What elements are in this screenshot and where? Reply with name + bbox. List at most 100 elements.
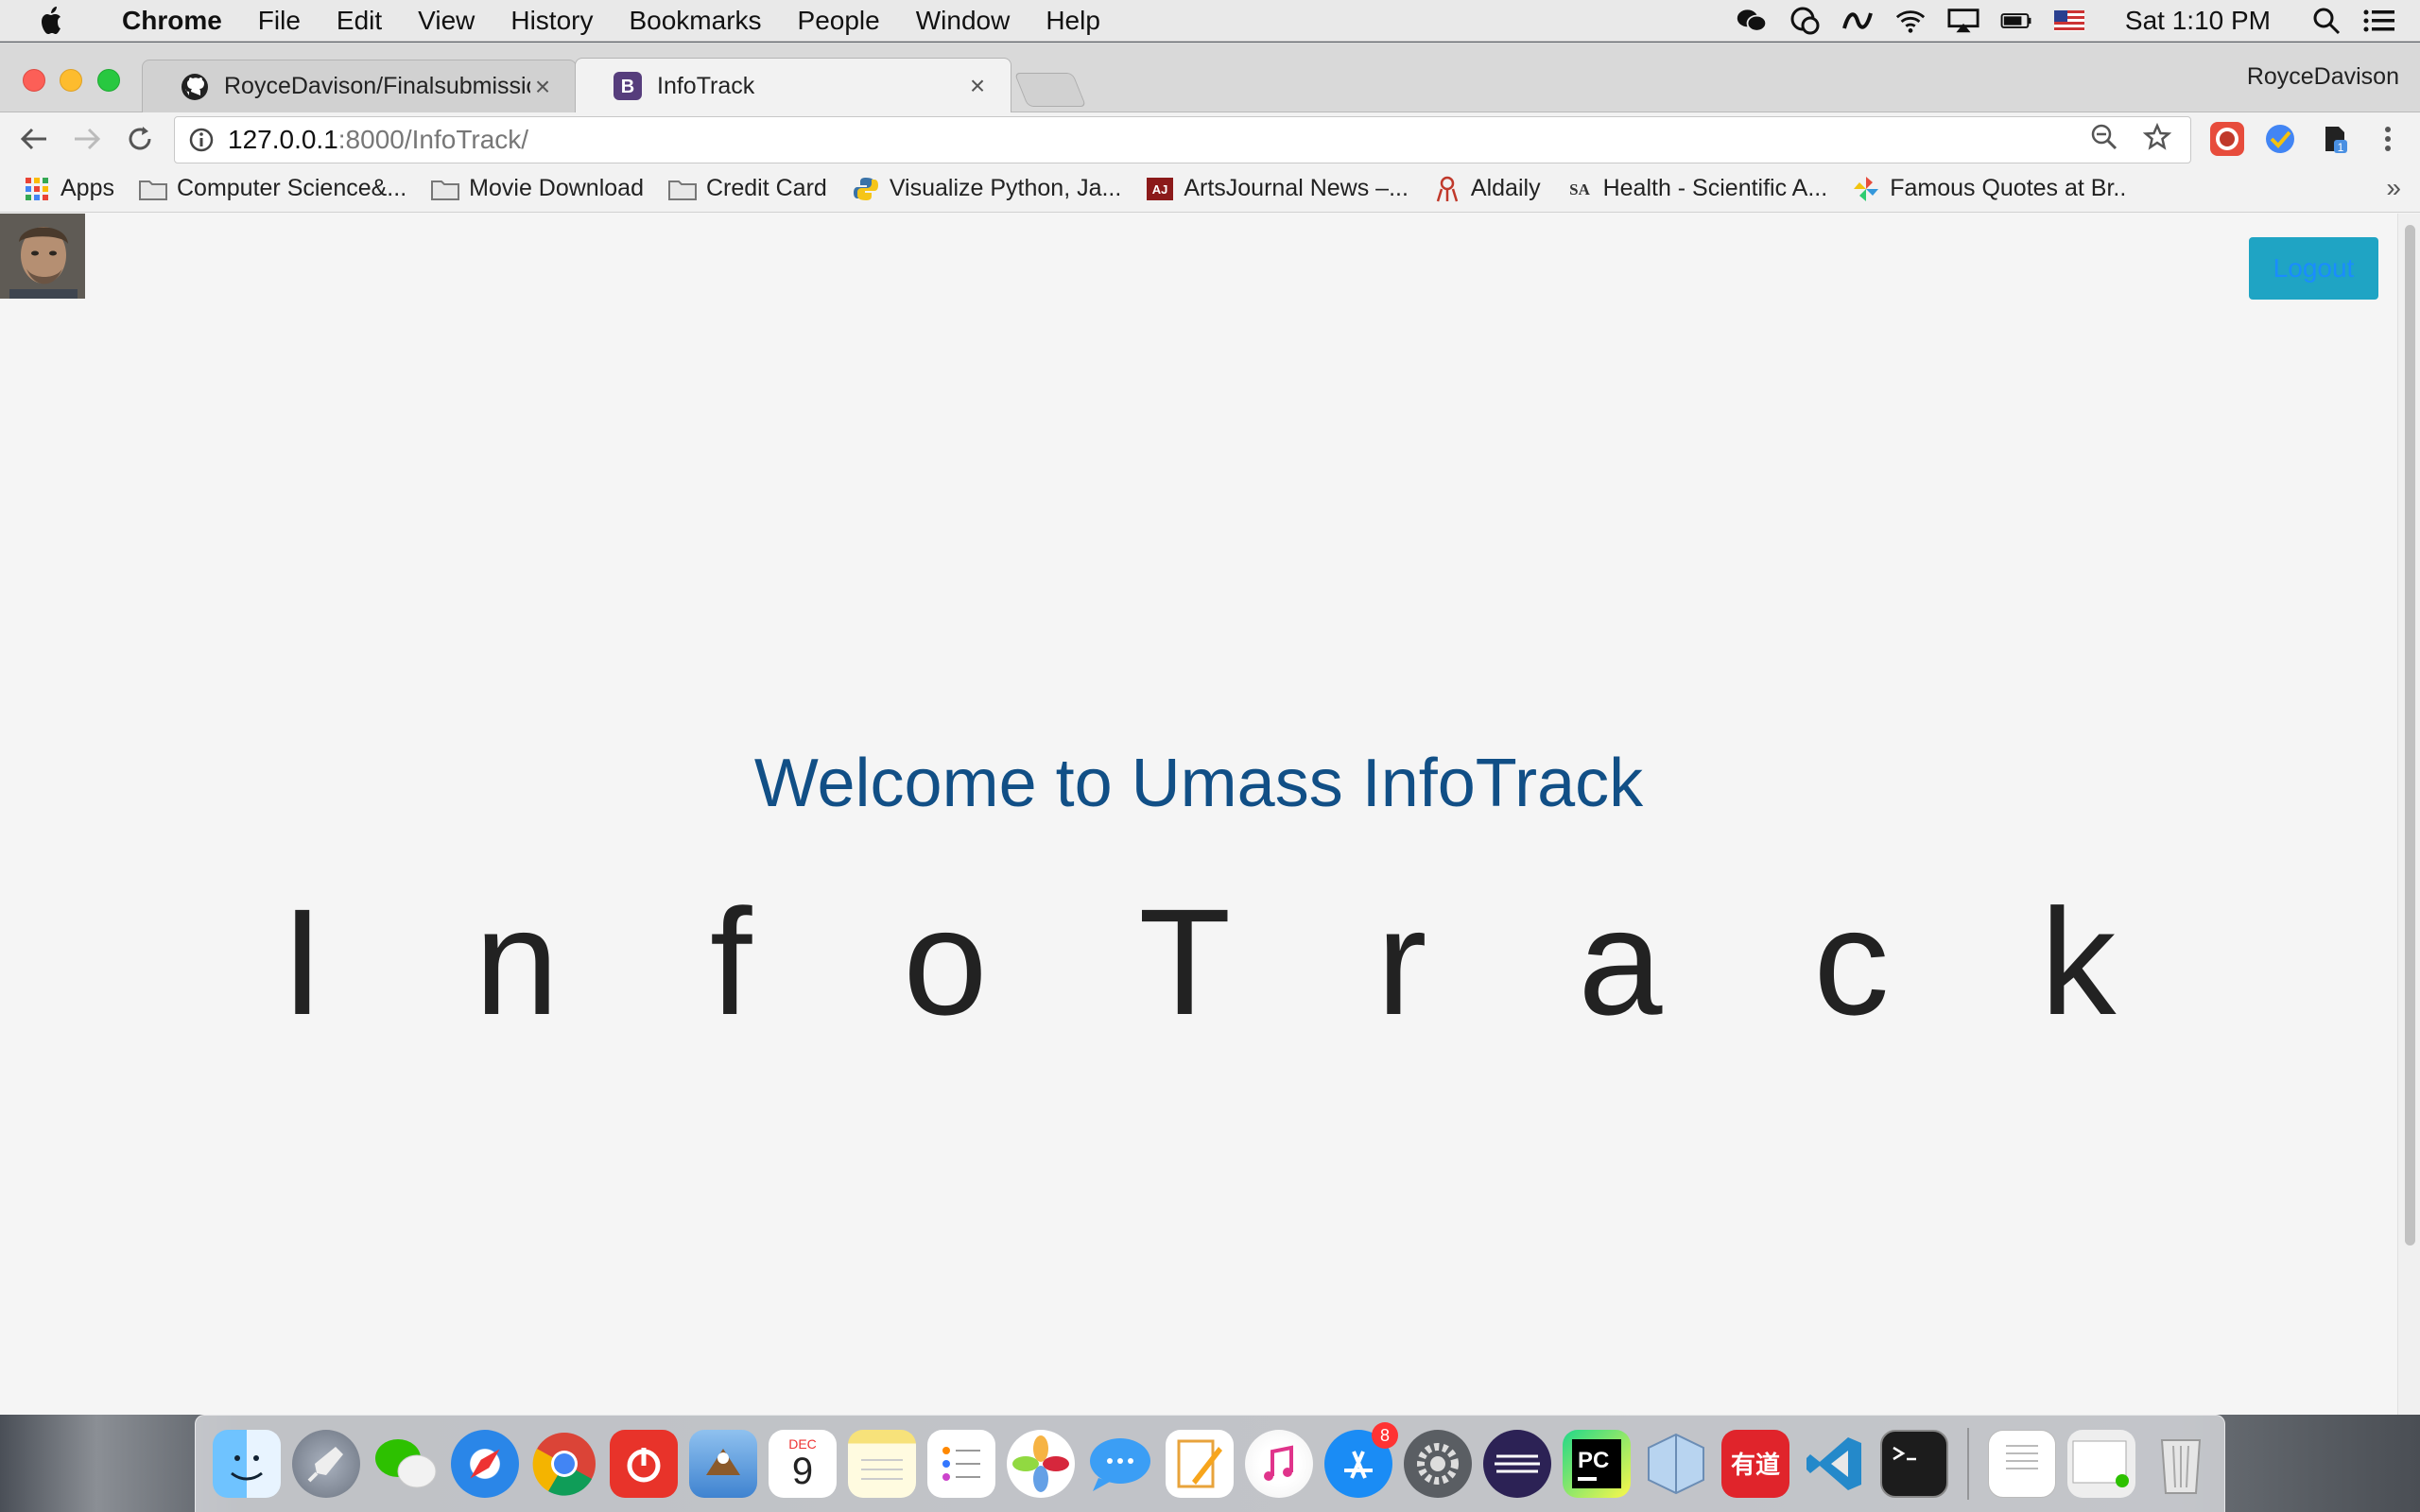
bookmark-scientific-american[interactable]: SA Health - Scientific A... xyxy=(1565,175,1827,202)
window-zoom-button[interactable] xyxy=(97,69,120,92)
bookmark-label: ArtsJournal News –... xyxy=(1184,175,1409,201)
forward-arrow-icon[interactable] xyxy=(68,120,106,158)
bookmark-star-icon[interactable] xyxy=(2142,122,2172,158)
menu-edit[interactable]: Edit xyxy=(319,0,400,42)
menu-view[interactable]: View xyxy=(400,0,493,42)
menu-bookmarks[interactable]: Bookmarks xyxy=(611,0,779,42)
site-info-icon[interactable] xyxy=(175,127,228,153)
bookmark-aldaily[interactable]: Aldaily xyxy=(1433,175,1541,202)
finder-icon[interactable] xyxy=(213,1430,281,1498)
bookmark-folder-credit-card[interactable]: Credit Card xyxy=(667,175,827,202)
menu-help[interactable]: Help xyxy=(1028,0,1118,42)
menu-file[interactable]: File xyxy=(240,0,319,42)
page-viewport: Logout Welcome to Umass InfoTrack InfoTr… xyxy=(0,214,2397,1415)
chrome-dock-icon[interactable] xyxy=(530,1430,598,1498)
creative-cloud-icon[interactable] xyxy=(1841,7,1874,35)
bookmark-apps[interactable]: Apps xyxy=(23,175,114,202)
menu-window[interactable]: Window xyxy=(898,0,1028,42)
chrome-menu-icon[interactable] xyxy=(2371,122,2405,156)
app-store-badge: 8 xyxy=(1372,1422,1398,1449)
us-flag-icon[interactable] xyxy=(2053,7,2085,35)
back-arrow-icon[interactable] xyxy=(15,120,53,158)
bookmark-label: Aldaily xyxy=(1470,175,1541,201)
notification-center-icon[interactable] xyxy=(2363,7,2395,35)
pages-icon[interactable] xyxy=(1166,1430,1234,1498)
scrollbar-thumb[interactable] xyxy=(2405,225,2415,1246)
svg-text:B: B xyxy=(621,77,634,97)
mail-icon[interactable] xyxy=(689,1430,757,1498)
address-bar[interactable]: 127.0.0.1:8000/InfoTrack/ xyxy=(174,116,2191,163)
reload-icon[interactable] xyxy=(121,120,159,158)
airplay-icon[interactable] xyxy=(1947,7,1979,35)
bookmark-folder-computer-science[interactable]: Computer Science&... xyxy=(138,175,406,202)
bookmark-label: Famous Quotes at Br.. xyxy=(1890,175,2127,201)
calendar-day: 9 xyxy=(791,1451,814,1492)
extension-evernote-icon[interactable]: 1 xyxy=(2316,122,2350,156)
menu-history[interactable]: History xyxy=(493,0,611,42)
menu-bar-clock[interactable]: Sat 1:10 PM xyxy=(2106,6,2290,36)
app-store-icon[interactable]: 8 xyxy=(1324,1422,1398,1498)
svg-text:SA: SA xyxy=(1569,180,1590,198)
tab-close-icon[interactable]: × xyxy=(530,72,555,102)
chrome-window: RoyceDavison/Finalsubmission × B InfoTra… xyxy=(0,43,2420,1415)
window-minimize-button[interactable] xyxy=(60,69,82,92)
pinwheel-icon xyxy=(1852,176,1880,201)
page-scrollbar[interactable] xyxy=(2397,214,2420,1415)
safari-icon[interactable] xyxy=(451,1430,519,1498)
itunes-icon[interactable] xyxy=(1245,1430,1313,1498)
user-avatar[interactable] xyxy=(0,214,85,299)
reminders-icon[interactable] xyxy=(927,1430,995,1498)
photos-icon[interactable] xyxy=(1007,1430,1075,1498)
window-close-button[interactable] xyxy=(23,69,45,92)
dock: DEC 9 8 PC 有道 xyxy=(195,1415,2225,1512)
bookmark-visualize-python[interactable]: Visualize Python, Ja... xyxy=(852,175,1122,202)
tab-github[interactable]: RoyceDavison/Finalsubmission × xyxy=(142,60,577,112)
python-icon xyxy=(852,177,880,201)
logout-button[interactable]: Logout xyxy=(2249,237,2378,300)
system-preferences-icon[interactable] xyxy=(1404,1430,1472,1498)
terminal-icon[interactable] xyxy=(1880,1430,1948,1498)
vscode-icon[interactable] xyxy=(1801,1430,1869,1498)
battery-icon[interactable] xyxy=(2000,7,2032,35)
wechat-icon[interactable] xyxy=(1736,7,1768,35)
eclipse-icon[interactable] xyxy=(1483,1430,1551,1498)
docx-file-icon[interactable] xyxy=(1988,1430,2056,1498)
tab-infotrack[interactable]: B InfoTrack × xyxy=(575,58,1011,113)
wechat-dock-icon[interactable] xyxy=(372,1430,440,1498)
bookmark-famous-quotes[interactable]: Famous Quotes at Br.. xyxy=(1852,175,2126,202)
messages-icon[interactable] xyxy=(1789,7,1821,35)
tab-title: InfoTrack xyxy=(657,72,755,99)
tab-close-icon[interactable]: × xyxy=(965,71,990,101)
artsjournal-icon: AJ xyxy=(1146,177,1174,201)
youdao-icon[interactable]: 有道 xyxy=(1721,1430,1789,1498)
trash-icon[interactable] xyxy=(2147,1430,2215,1498)
bookmark-label: Visualize Python, Ja... xyxy=(889,175,1122,201)
launchpad-icon[interactable] xyxy=(292,1430,360,1498)
extension-adblock-icon[interactable] xyxy=(2210,122,2244,156)
downloads-stack-icon[interactable] xyxy=(2067,1430,2135,1498)
messages-dock-icon[interactable] xyxy=(1086,1430,1154,1498)
tab-strip: RoyceDavison/Finalsubmission × B InfoTra… xyxy=(0,43,2420,113)
menu-app-name[interactable]: Chrome xyxy=(104,0,240,42)
netease-music-icon[interactable] xyxy=(610,1430,678,1498)
virtualbox-icon[interactable] xyxy=(1642,1430,1710,1498)
notes-icon[interactable] xyxy=(848,1430,916,1498)
pycharm-icon[interactable]: PC xyxy=(1563,1430,1631,1498)
menu-people[interactable]: People xyxy=(780,0,898,42)
bookmark-artsjournal[interactable]: AJ ArtsJournal News –... xyxy=(1146,175,1409,202)
github-icon xyxy=(181,73,209,101)
tab-title: RoyceDavison/Finalsubmission xyxy=(224,73,530,99)
calendar-icon[interactable]: DEC 9 xyxy=(769,1430,837,1498)
new-tab-button[interactable] xyxy=(1013,73,1087,107)
aldaily-icon xyxy=(1433,176,1461,201)
profile-name[interactable]: RoyceDavison xyxy=(2247,63,2399,91)
zoom-icon[interactable] xyxy=(2090,123,2118,158)
extension-checkmark-icon[interactable] xyxy=(2263,122,2297,156)
wifi-icon[interactable] xyxy=(1894,7,1927,35)
bookmark-folder-movie-download[interactable]: Movie Download xyxy=(431,175,644,202)
folder-icon xyxy=(138,177,167,201)
apple-menu-icon[interactable] xyxy=(0,6,104,36)
spotlight-icon[interactable] xyxy=(2310,7,2342,35)
bookmarks-overflow-chevron-icon[interactable]: » xyxy=(2386,173,2401,203)
svg-text:有道: 有道 xyxy=(1731,1451,1780,1480)
